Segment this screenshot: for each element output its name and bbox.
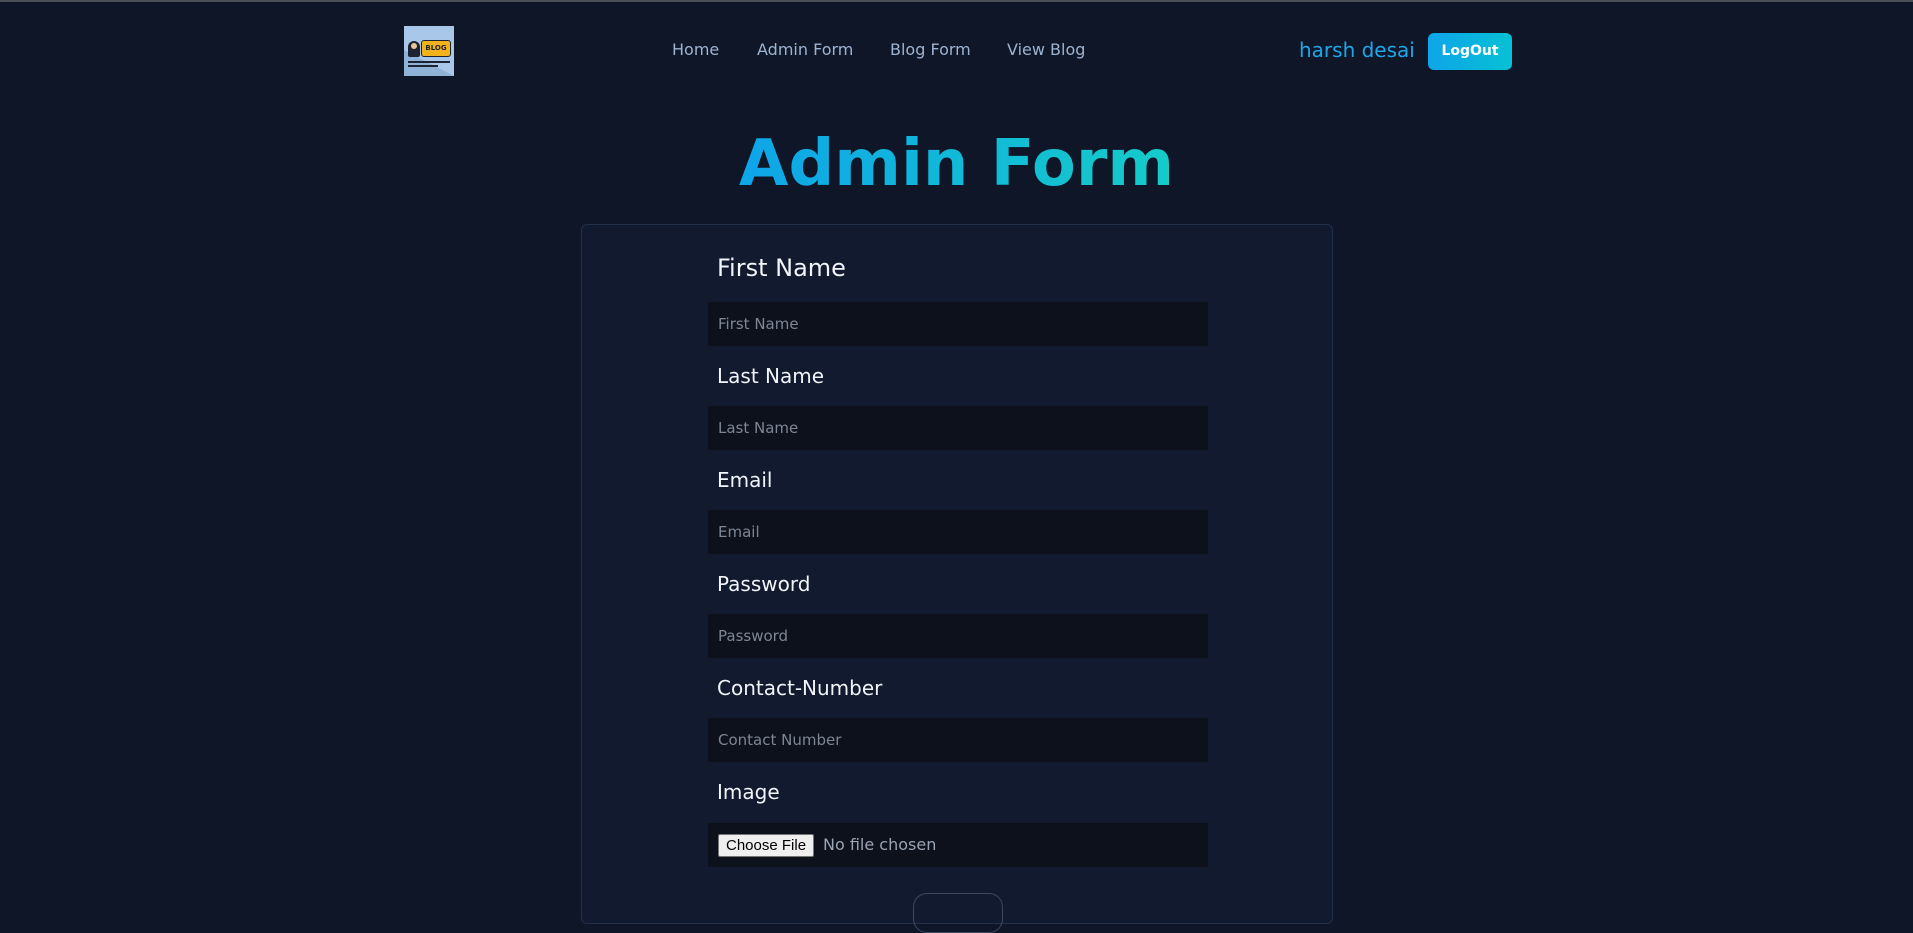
nav-link-blog-form[interactable]: Blog Form — [890, 38, 971, 62]
file-status-text: No file chosen — [823, 835, 937, 854]
first-name-label: First Name — [717, 254, 846, 282]
submit-button[interactable] — [913, 893, 1003, 933]
window-top-border — [0, 0, 1913, 2]
image-file-input[interactable]: Choose File No file chosen — [708, 823, 1208, 867]
email-label: Email — [717, 468, 773, 492]
nav-link-view-blog[interactable]: View Blog — [1007, 38, 1085, 62]
logo-line — [408, 65, 438, 67]
last-name-input[interactable] — [708, 406, 1208, 450]
password-input[interactable] — [708, 614, 1208, 658]
password-label: Password — [717, 572, 811, 596]
first-name-input[interactable] — [708, 302, 1208, 346]
nav-link-admin-form[interactable]: Admin Form — [757, 38, 853, 62]
last-name-label: Last Name — [717, 364, 825, 388]
image-label: Image — [717, 780, 780, 804]
nav-link-home[interactable]: Home — [672, 38, 719, 62]
page-title-text: Admin Form — [738, 127, 1175, 201]
contact-number-label: Contact-Number — [717, 676, 883, 700]
contact-number-input[interactable] — [708, 718, 1208, 762]
page-title: Admin Form — [0, 122, 1913, 206]
email-input[interactable] — [708, 510, 1208, 554]
logout-button[interactable]: LogOut — [1428, 33, 1512, 70]
user-name: harsh desai — [1299, 38, 1415, 62]
choose-file-button[interactable]: Choose File — [718, 834, 815, 857]
main-nav: Home Admin Form Blog Form View Blog — [0, 38, 1913, 62]
